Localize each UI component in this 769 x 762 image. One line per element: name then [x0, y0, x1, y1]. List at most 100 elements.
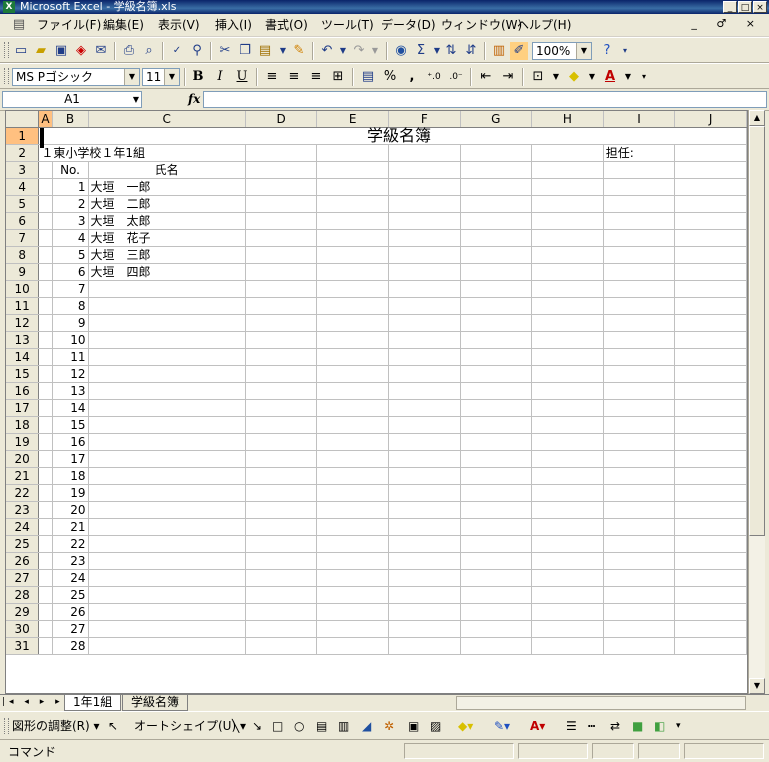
row-header[interactable]: 26 [6, 552, 40, 570]
student-name-cell[interactable] [88, 297, 246, 315]
cell[interactable] [531, 433, 604, 451]
cell[interactable] [460, 586, 533, 604]
row-header[interactable]: 16 [6, 382, 40, 400]
row-header[interactable]: 14 [6, 348, 40, 366]
cell[interactable] [38, 382, 53, 400]
cell[interactable] [38, 348, 53, 366]
cell[interactable] [316, 518, 389, 536]
cell[interactable] [531, 603, 604, 621]
oval-icon[interactable]: ○ [294, 718, 304, 734]
student-number-cell[interactable]: 25 [52, 586, 89, 604]
cell[interactable] [603, 467, 676, 485]
cell[interactable] [460, 501, 533, 519]
tab-sheet-gakkyu-meibo[interactable]: 学級名簿 [122, 695, 189, 711]
cell[interactable] [38, 569, 53, 587]
student-number-cell[interactable]: 7 [52, 280, 89, 298]
cell[interactable] [460, 603, 533, 621]
line-color-icon[interactable]: ✎▾ [494, 718, 510, 734]
cell[interactable] [603, 246, 676, 264]
clip-art-icon[interactable]: ▣ [408, 718, 419, 734]
row-header[interactable]: 23 [6, 501, 40, 519]
cell[interactable] [388, 399, 461, 417]
cell[interactable] [316, 484, 389, 502]
cell[interactable] [674, 314, 747, 332]
cell[interactable] [245, 212, 318, 230]
row-header[interactable]: 12 [6, 314, 40, 332]
cell[interactable] [316, 586, 389, 604]
cell[interactable] [674, 348, 747, 366]
cell[interactable] [388, 535, 461, 553]
student-number-cell[interactable]: 23 [52, 552, 89, 570]
close-button[interactable]: × [753, 1, 767, 13]
cell[interactable] [316, 637, 389, 655]
scroll-down-icon[interactable]: ▼ [749, 678, 765, 694]
font-size-select[interactable]: 11 ▼ [142, 68, 180, 86]
cell[interactable] [316, 178, 389, 196]
cell[interactable] [245, 161, 318, 179]
cell[interactable] [316, 331, 389, 349]
student-name-cell[interactable] [88, 416, 246, 434]
cell[interactable] [388, 569, 461, 587]
cell[interactable] [38, 331, 53, 349]
cell[interactable] [38, 263, 53, 281]
cell[interactable] [245, 144, 318, 162]
select-all-corner[interactable] [6, 111, 40, 128]
menu-data[interactable]: データ(D) [378, 17, 439, 33]
toolbar-grip[interactable] [4, 718, 9, 734]
cell[interactable] [531, 569, 604, 587]
row-header[interactable]: 2 [6, 144, 40, 162]
cell[interactable] [388, 620, 461, 638]
drawing-toggle-icon[interactable]: ✐ [510, 42, 528, 60]
row-header[interactable]: 6 [6, 212, 40, 230]
cell[interactable] [531, 297, 604, 315]
student-name-cell[interactable] [88, 450, 246, 468]
cell[interactable] [531, 620, 604, 638]
cell[interactable] [531, 416, 604, 434]
student-number-cell[interactable]: 16 [52, 433, 89, 451]
align-right-icon[interactable]: ≡ [306, 68, 326, 86]
cell[interactable] [460, 263, 533, 281]
borders-icon[interactable]: ⊡ [528, 68, 548, 86]
permission-icon[interactable]: ◈ [72, 42, 90, 60]
cell[interactable] [245, 484, 318, 502]
row-header[interactable]: 13 [6, 331, 40, 349]
row-header[interactable]: 10 [6, 280, 40, 298]
student-name-cell[interactable] [88, 314, 246, 332]
cell[interactable] [245, 416, 318, 434]
student-name-cell[interactable] [88, 467, 246, 485]
cell[interactable] [460, 144, 533, 162]
cell[interactable] [603, 365, 676, 383]
student-number-cell[interactable]: 18 [52, 467, 89, 485]
cell[interactable] [38, 450, 53, 468]
font-name-dropdown-icon[interactable]: ▼ [124, 69, 139, 85]
cell[interactable] [674, 144, 747, 162]
cell[interactable] [603, 433, 676, 451]
cell[interactable] [245, 603, 318, 621]
cell[interactable] [460, 178, 533, 196]
cell[interactable] [245, 501, 318, 519]
cell[interactable] [674, 518, 747, 536]
cell[interactable] [388, 246, 461, 264]
cell[interactable] [603, 552, 676, 570]
zoom-select[interactable]: 100% ▼ [532, 42, 592, 60]
row-header[interactable]: 30 [6, 620, 40, 638]
cell[interactable] [674, 212, 747, 230]
student-name-cell[interactable]: 大垣 四郎 [88, 263, 246, 281]
cell[interactable] [316, 161, 389, 179]
font-size-dropdown-icon[interactable]: ▼ [164, 69, 179, 85]
increase-decimal-icon[interactable]: ⁺.0 [424, 68, 444, 86]
align-center-icon[interactable]: ≡ [284, 68, 304, 86]
draw-fill-color-icon[interactable]: ◆▾ [458, 718, 473, 734]
cell[interactable] [388, 450, 461, 468]
cell[interactable] [531, 314, 604, 332]
student-name-cell[interactable]: 大垣 三郎 [88, 246, 246, 264]
email-icon[interactable]: ✉ [92, 42, 110, 60]
cell[interactable] [245, 535, 318, 553]
cell[interactable] [245, 450, 318, 468]
spelling-icon[interactable]: ✓ [168, 42, 186, 60]
cell[interactable] [388, 501, 461, 519]
cell[interactable] [674, 501, 747, 519]
student-number-cell[interactable]: 28 [52, 637, 89, 655]
borders-dropdown-icon[interactable]: ▼ [546, 68, 566, 86]
student-number-cell[interactable]: 2 [52, 195, 89, 213]
